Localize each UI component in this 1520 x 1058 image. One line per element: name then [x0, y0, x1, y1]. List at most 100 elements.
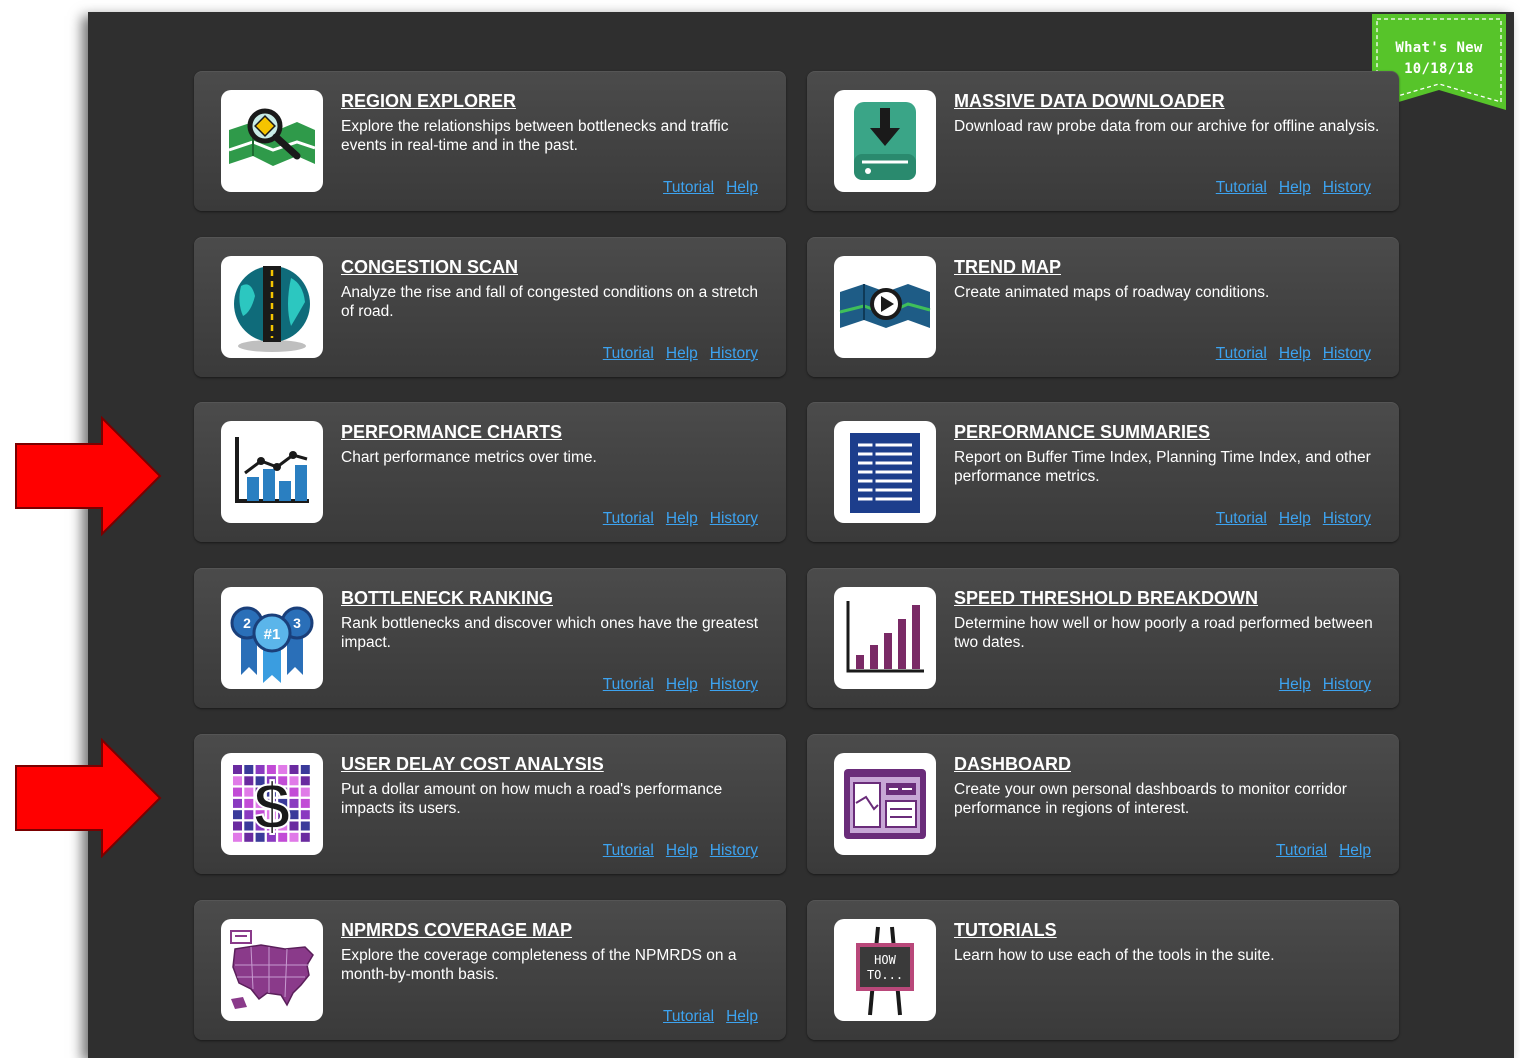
grid-cell [300, 832, 310, 842]
card-title[interactable]: MASSIVE DATA DOWNLOADER [954, 91, 1225, 112]
grid-cell [233, 776, 242, 786]
help-link[interactable]: Help [726, 179, 758, 197]
history-link[interactable]: History [710, 842, 758, 860]
card-title[interactable]: NPMRDS COVERAGE MAP [341, 920, 572, 941]
grid-cell [233, 821, 242, 831]
card-description: Create animated maps of roadway conditio… [954, 284, 1270, 301]
grid-cell [244, 832, 254, 842]
grid-cell [244, 810, 254, 820]
grid-cell [233, 765, 242, 774]
grid-cell [233, 787, 242, 797]
card-links: Tutorial Help History [603, 510, 758, 528]
grid-cell [289, 787, 299, 797]
card-performance-summaries: PERFORMANCE SUMMARIES Report on Buffer T… [807, 402, 1399, 542]
red-arrow-pointer-2 [15, 738, 162, 858]
region-explorer-map-icon[interactable] [221, 90, 323, 192]
card-title[interactable]: CONGESTION SCAN [341, 257, 518, 278]
help-link[interactable]: Help [666, 842, 698, 860]
tutorial-link[interactable]: Tutorial [603, 510, 654, 528]
grid-cell [289, 810, 299, 820]
help-link[interactable]: Help [666, 345, 698, 363]
card-title[interactable]: REGION EXPLORER [341, 91, 516, 112]
card-links: Tutorial Help History [603, 676, 758, 694]
card-description: Learn how to use each of the tools in th… [954, 947, 1275, 964]
card-title[interactable]: SPEED THRESHOLD BREAKDOWN [954, 588, 1258, 609]
card-links: Tutorial Help History [1216, 510, 1371, 528]
rank-1-label: #1 [264, 626, 281, 643]
card-title[interactable]: DASHBOARD [954, 754, 1071, 775]
card-links: Tutorial Help History [1216, 179, 1371, 197]
tutorial-link[interactable]: Tutorial [603, 842, 654, 860]
card-title[interactable]: USER DELAY COST ANALYSIS [341, 754, 604, 775]
card-description: Download raw probe data from our archive… [954, 118, 1380, 135]
help-link[interactable]: Help [1279, 345, 1311, 363]
history-link[interactable]: History [710, 676, 758, 694]
help-link[interactable]: Help [1279, 510, 1311, 528]
card-title[interactable]: BOTTLENECK RANKING [341, 588, 553, 609]
grid-cell [244, 798, 254, 808]
tutorial-link[interactable]: Tutorial [663, 1008, 714, 1026]
performance-chart-icon[interactable] [221, 421, 323, 523]
speed-bars-icon[interactable] [834, 587, 936, 689]
history-link[interactable]: History [710, 510, 758, 528]
history-link[interactable]: History [1323, 676, 1371, 694]
to-text: TO... [867, 968, 903, 982]
card-description: Analyze the rise and fall of congested c… [341, 284, 759, 320]
help-link[interactable]: Help [666, 510, 698, 528]
card-congestion-scan: CONGESTION SCAN Analyze the rise and fal… [194, 237, 786, 377]
dollar-grid-icon[interactable]: $ [221, 753, 323, 855]
card-description: Rank bottlenecks and discover which ones… [341, 615, 759, 651]
card-links: Tutorial Help [1276, 842, 1371, 860]
card-links: Tutorial Help History [603, 842, 758, 860]
card-description: Explore the coverage completeness of the… [341, 947, 737, 983]
card-links: Tutorial Help [663, 1008, 758, 1026]
card-description: Determine how well or how poorly a road … [954, 615, 1373, 651]
card-title[interactable]: TREND MAP [954, 257, 1061, 278]
card-description: Explore the relationships between bottle… [341, 118, 729, 154]
tutorial-link[interactable]: Tutorial [1216, 510, 1267, 528]
card-title[interactable]: PERFORMANCE CHARTS [341, 422, 562, 443]
help-link[interactable]: Help [1279, 676, 1311, 694]
history-link[interactable]: History [710, 345, 758, 363]
grid-cell [300, 821, 310, 831]
summary-document-icon[interactable] [834, 421, 936, 523]
card-description: Chart performance metrics over time. [341, 449, 597, 466]
card-title[interactable]: PERFORMANCE SUMMARIES [954, 422, 1210, 443]
congestion-scan-road-icon[interactable] [221, 256, 323, 358]
help-link[interactable]: Help [726, 1008, 758, 1026]
tutorial-link[interactable]: Tutorial [603, 676, 654, 694]
tutorial-link[interactable]: Tutorial [603, 345, 654, 363]
history-link[interactable]: History [1323, 510, 1371, 528]
grid-cell [289, 765, 299, 774]
trend-map-play-icon[interactable] [834, 256, 936, 358]
grid-cell [244, 776, 254, 786]
card-user-delay-cost-analysis: $ USER DELAY COST ANALYSIS Put a dollar … [194, 734, 786, 874]
history-link[interactable]: History [1323, 179, 1371, 197]
card-links: Tutorial Help History [603, 345, 758, 363]
grid-cell [300, 776, 310, 786]
how-to-easel-icon[interactable]: HOW TO... [834, 919, 936, 1021]
grid-cell [244, 765, 254, 774]
card-speed-threshold-breakdown: SPEED THRESHOLD BREAKDOWN Determine how … [807, 568, 1399, 708]
grid-cell [289, 832, 299, 842]
tutorial-link[interactable]: Tutorial [1276, 842, 1327, 860]
tutorial-link[interactable]: Tutorial [663, 179, 714, 197]
help-link[interactable]: Help [666, 676, 698, 694]
grid-cell [289, 821, 299, 831]
dashboard-screen-icon[interactable] [834, 753, 936, 855]
card-performance-charts: PERFORMANCE CHARTS Chart performance met… [194, 402, 786, 542]
us-coverage-map-icon[interactable] [221, 919, 323, 1021]
ranking-ribbons-icon[interactable]: 2 3 #1 [221, 587, 323, 689]
help-link[interactable]: Help [1339, 842, 1371, 860]
download-drive-icon[interactable] [834, 90, 936, 192]
card-description: Create your own personal dashboards to m… [954, 781, 1347, 817]
card-npmrds-coverage-map: NPMRDS COVERAGE MAP Explore the coverage… [194, 900, 786, 1040]
card-dashboard: DASHBOARD Create your own personal dashb… [807, 734, 1399, 874]
card-trend-map: TREND MAP Create animated maps of roadwa… [807, 237, 1399, 377]
help-link[interactable]: Help [1279, 179, 1311, 197]
rank-3-label: 3 [293, 615, 301, 631]
card-title[interactable]: TUTORIALS [954, 920, 1057, 941]
tutorial-link[interactable]: Tutorial [1216, 179, 1267, 197]
history-link[interactable]: History [1323, 345, 1371, 363]
tutorial-link[interactable]: Tutorial [1216, 345, 1267, 363]
